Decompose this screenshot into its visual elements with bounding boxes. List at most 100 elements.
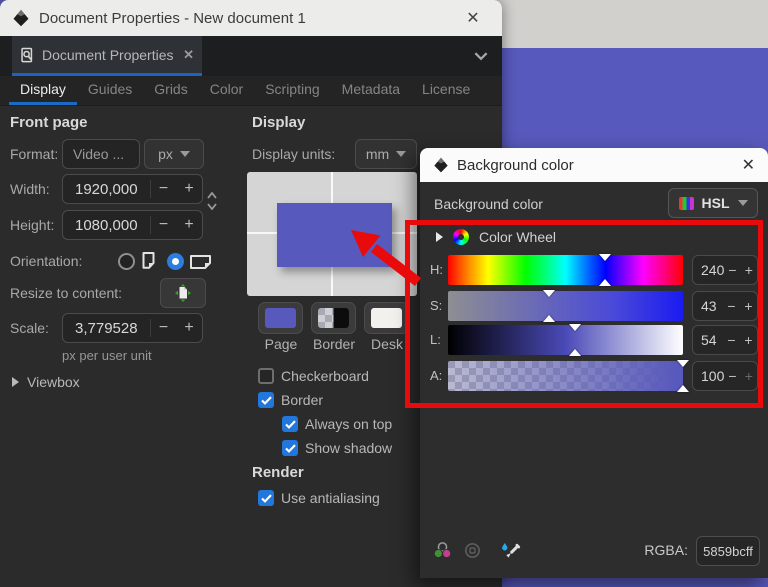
unit-value: px [158, 146, 173, 162]
target-circle-icon[interactable] [463, 541, 482, 565]
width-increment-button[interactable]: + [176, 180, 202, 198]
tab-display[interactable]: Display [9, 76, 77, 105]
resize-to-content-button[interactable] [160, 278, 206, 308]
page-color-button[interactable] [258, 302, 303, 334]
format-input[interactable]: Video ... [62, 139, 140, 169]
border-checkbox-row[interactable]: Border [258, 390, 323, 410]
unit-dropdown[interactable]: px [144, 139, 204, 169]
lightness-increment-button[interactable]: + [740, 332, 757, 348]
window-close-button[interactable]: ✕ [456, 0, 490, 36]
eyedropper-icon[interactable] [500, 540, 521, 566]
scale-decrement-button[interactable]: − [150, 319, 176, 337]
link-dimensions-icon[interactable] [207, 192, 217, 210]
border-checkbox[interactable] [258, 392, 274, 408]
alpha-increment-button[interactable]: + [741, 368, 757, 384]
window-titlebar[interactable]: Document Properties - New document 1 ✕ [0, 0, 502, 36]
color-mode-dropdown[interactable]: HSL [668, 188, 758, 218]
desktop-top-strip [495, 0, 768, 48]
lightness-value-spinbox[interactable]: 54 − + [692, 325, 758, 355]
checkerboard-checkbox[interactable] [258, 368, 274, 384]
lightness-slider[interactable] [448, 324, 683, 356]
rgba-label: RGBA: [644, 542, 688, 558]
rgb-circles-icon[interactable] [432, 541, 453, 565]
hue-increment-button[interactable]: + [741, 262, 757, 278]
display-heading: Display [252, 114, 306, 131]
height-decrement-button[interactable]: − [150, 216, 176, 234]
dock-tab-label: Document Properties [42, 46, 174, 63]
display-units-label: Display units: [252, 146, 336, 162]
tab-guides[interactable]: Guides [77, 76, 143, 105]
tab-color[interactable]: Color [199, 76, 254, 105]
viewbox-label: Viewbox [27, 374, 80, 390]
hue-decrement-button[interactable]: − [724, 262, 740, 278]
saturation-decrement-button[interactable]: − [723, 298, 740, 314]
caret-down-icon [737, 200, 748, 206]
landscape-radio[interactable] [167, 253, 184, 270]
hue-value-spinbox[interactable]: 240 − + [692, 255, 758, 285]
hue-value: 240 [701, 262, 725, 278]
height-value: 1080,000 [75, 216, 138, 234]
height-increment-button[interactable]: + [176, 216, 202, 234]
alpha-slider[interactable] [448, 360, 689, 392]
dialog-title: Background color [457, 156, 574, 174]
color-mode-value: HSL [701, 195, 730, 211]
orientation-label: Orientation: [10, 253, 83, 269]
dock-tab-bar: Document Properties ✕ [0, 36, 502, 76]
tab-license[interactable]: License [411, 76, 481, 105]
desk-color-button[interactable] [364, 302, 409, 334]
always-on-top-checkbox[interactable] [282, 416, 298, 432]
saturation-slider-handle[interactable] [543, 290, 556, 322]
color-wheel-expander[interactable]: Color Wheel [436, 229, 556, 245]
alpha-slider-handle[interactable] [677, 360, 689, 392]
lightness-slider-handle[interactable] [568, 324, 581, 356]
scale-increment-button[interactable]: + [176, 319, 202, 337]
saturation-value-spinbox[interactable]: 43 − + [692, 291, 758, 321]
viewbox-expander[interactable]: Viewbox [12, 374, 80, 390]
tab-metadata[interactable]: Metadata [331, 76, 411, 105]
saturation-slider-row: S: 43 − + [420, 290, 768, 322]
inkscape-logo-icon [433, 157, 449, 173]
dialog-close-button[interactable]: ✕ [742, 155, 755, 175]
height-spinbox[interactable]: 1080,000 − + [62, 210, 203, 240]
border-color-button[interactable] [311, 302, 356, 334]
alpha-decrement-button[interactable]: − [724, 368, 740, 384]
check-icon [284, 419, 296, 429]
show-shadow-checkbox[interactable] [282, 440, 298, 456]
hue-slider[interactable] [448, 254, 683, 286]
chevron-down-icon[interactable] [472, 47, 490, 65]
width-spinbox[interactable]: 1920,000 − + [62, 174, 203, 204]
always-on-top-checkbox-row[interactable]: Always on top [282, 414, 392, 434]
use-antialiasing-checkbox-row[interactable]: Use antialiasing [258, 488, 380, 508]
rgb-stripes-icon [678, 196, 694, 210]
tab-grids[interactable]: Grids [143, 76, 198, 105]
page-swatch-label: Page [264, 336, 298, 352]
page-preview [247, 172, 417, 296]
tab-scripting[interactable]: Scripting [254, 76, 330, 105]
alpha-value-spinbox[interactable]: 100 − + [692, 361, 758, 391]
color-wheel-label: Color Wheel [479, 229, 557, 245]
use-antialiasing-checkbox[interactable] [258, 490, 274, 506]
check-icon [284, 443, 296, 453]
dialog-titlebar[interactable]: Background color ✕ [420, 148, 768, 182]
checkerboard-checkbox-row[interactable]: Checkerboard [258, 366, 369, 386]
dock-tab-document-properties[interactable]: Document Properties ✕ [12, 36, 202, 76]
lightness-decrement-button[interactable]: − [723, 332, 740, 348]
saturation-slider[interactable] [448, 290, 683, 322]
hue-slider-handle[interactable] [598, 254, 611, 286]
background-color-dialog: Background color ✕ Background color HSL … [420, 148, 768, 578]
landscape-page-icon [189, 254, 212, 270]
dock-tab-close-icon[interactable]: ✕ [183, 47, 194, 63]
rgba-input[interactable]: 5859bcff [696, 536, 760, 566]
preview-page-rectangle [277, 203, 392, 267]
portrait-radio[interactable] [118, 253, 135, 270]
display-units-dropdown[interactable]: mm [355, 139, 417, 169]
checkerboard-label: Checkerboard [281, 368, 369, 384]
scale-spinbox[interactable]: 3,779528 − + [62, 313, 203, 343]
caret-down-icon [179, 151, 190, 157]
lightness-key-label: L: [430, 332, 441, 347]
format-value: Video ... [73, 146, 125, 162]
show-shadow-checkbox-row[interactable]: Show shadow [282, 438, 392, 458]
hue-slider-row: H: 240 − + [420, 254, 768, 286]
saturation-increment-button[interactable]: + [740, 298, 757, 314]
width-decrement-button[interactable]: − [150, 180, 176, 198]
